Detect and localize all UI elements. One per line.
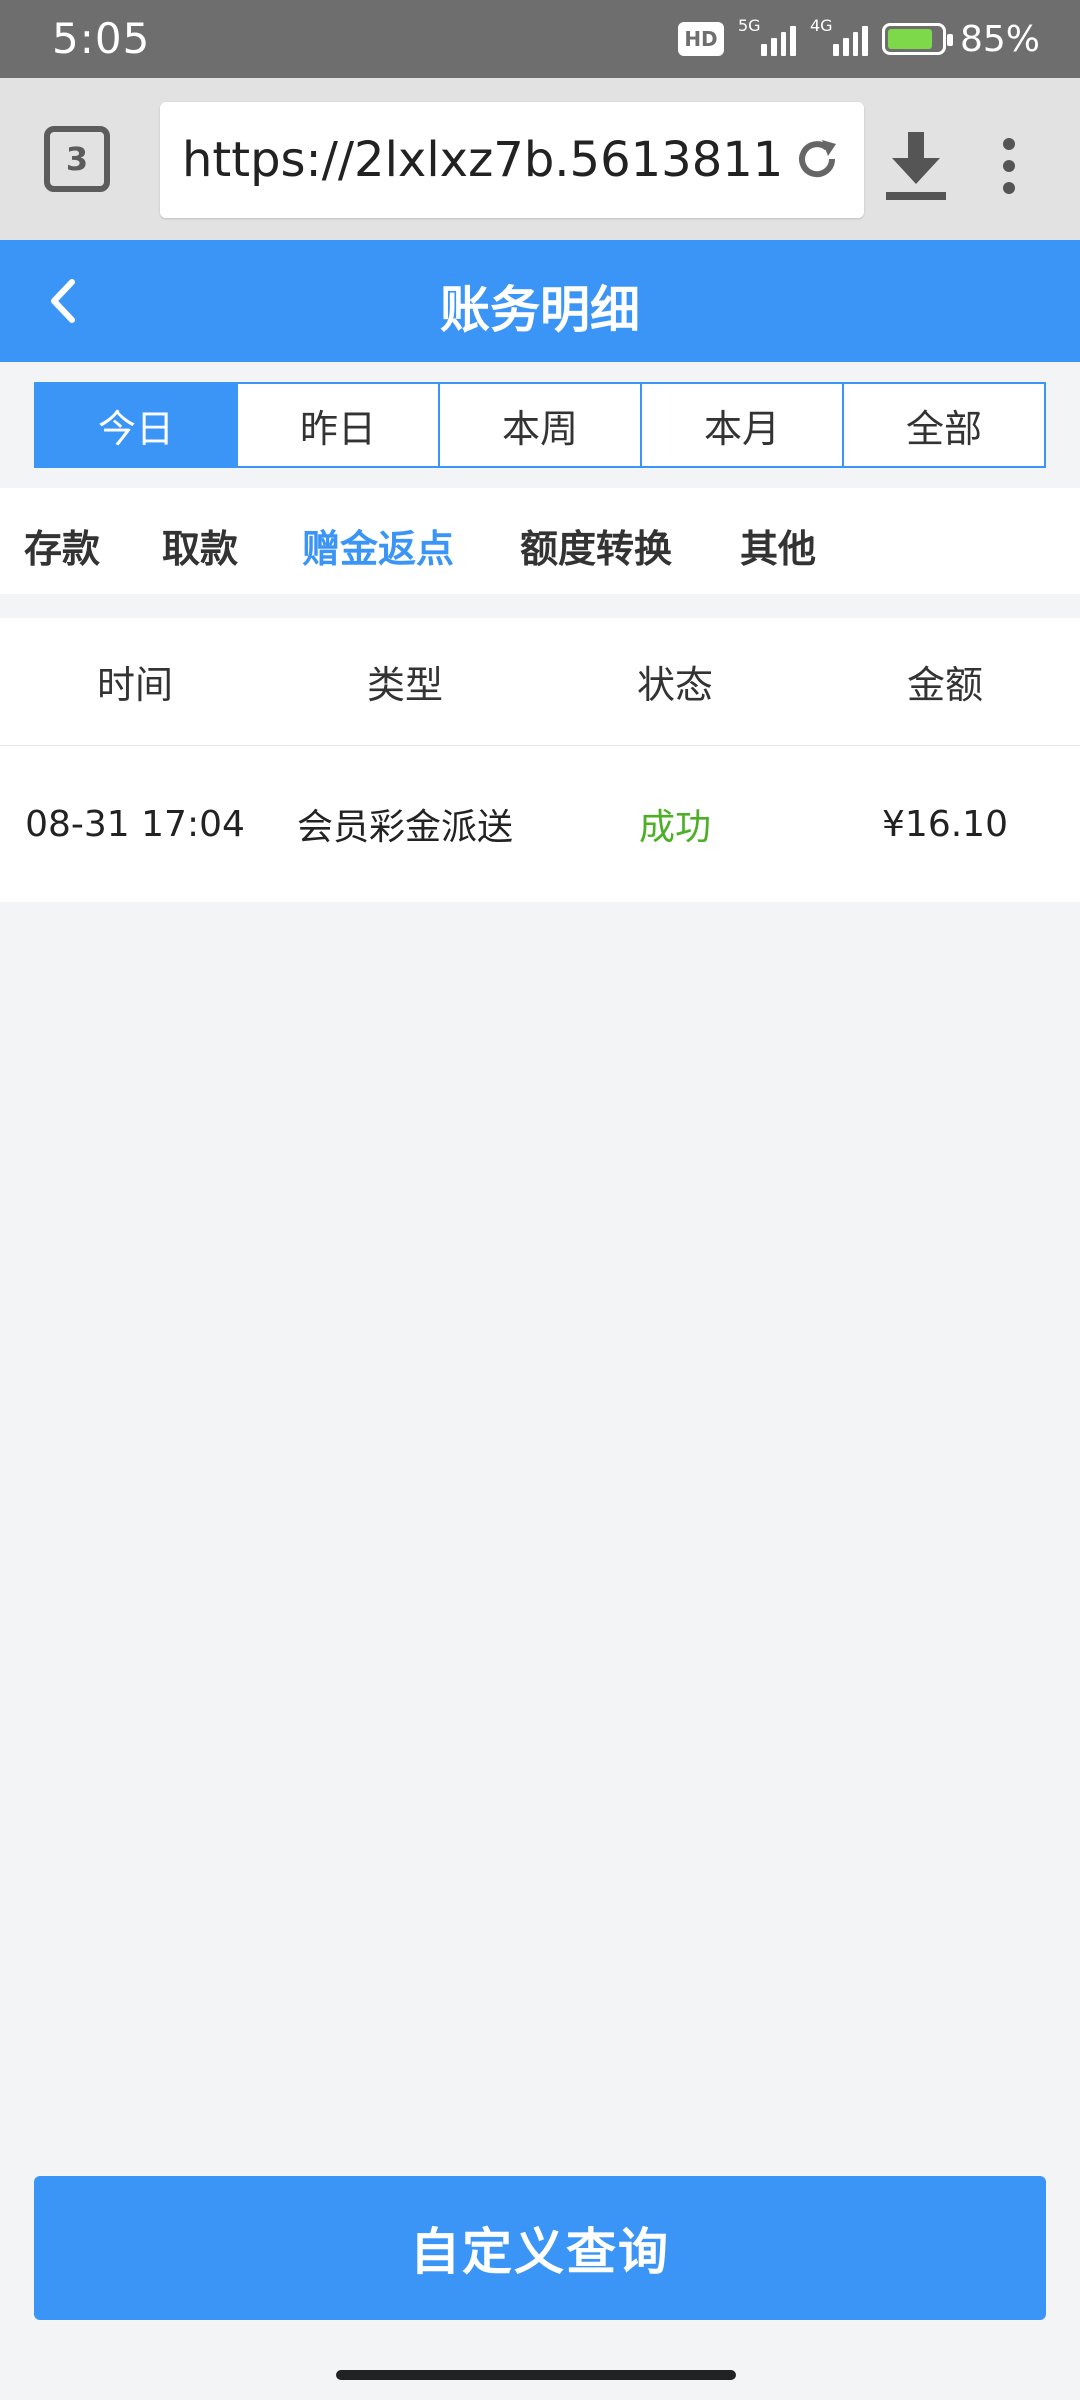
tab-all[interactable]: 全部: [842, 384, 1044, 466]
tab-switcher-button[interactable]: 3: [44, 126, 110, 192]
table-header: 时间 类型 状态 金额: [0, 618, 1080, 746]
header-amount: 金额: [906, 663, 983, 707]
tab-bonus-rebate[interactable]: 赠金返点: [302, 518, 454, 573]
status-bar: 5:05 HD 5G 4G 85%: [0, 0, 1080, 78]
row-status: 成功: [638, 807, 711, 848]
tab-deposit[interactable]: 存款: [24, 518, 100, 573]
tab-credit-transfer[interactable]: 额度转换: [520, 518, 672, 573]
row-amount: ¥16.10: [882, 803, 1008, 845]
signal-4g-icon: 4G: [810, 16, 869, 56]
battery-icon: [881, 23, 953, 55]
transactions-table: 时间 类型 状态 金额 08-31 17:04 会员彩金派送 成功 ¥16.10: [0, 618, 1080, 902]
status-icons: HD 5G 4G 85%: [677, 16, 1040, 62]
page-title: 账务明细: [440, 281, 640, 339]
browser-toolbar: 3 https://2lxlxz7b.5613811.cc: [0, 78, 1080, 240]
url-text[interactable]: https://2lxlxz7b.5613811.cc: [182, 132, 782, 188]
signal-5g-icon: 5G: [738, 16, 797, 56]
custom-query-button[interactable]: 自定义查询: [34, 2176, 1046, 2320]
download-icon[interactable]: [884, 128, 948, 202]
battery-percent: 85%: [959, 18, 1040, 60]
status-time: 5:05: [52, 14, 151, 63]
tab-yesterday[interactable]: 昨日: [236, 384, 438, 466]
header-time: 时间: [96, 663, 173, 707]
reload-icon[interactable]: [792, 134, 842, 184]
home-indicator[interactable]: [336, 2370, 736, 2380]
tab-withdraw[interactable]: 取款: [162, 518, 238, 573]
table-row[interactable]: 08-31 17:04 会员彩金派送 成功 ¥16.10: [0, 746, 1080, 902]
row-time: 08-31 17:04: [25, 803, 245, 845]
tab-this-month[interactable]: 本月: [640, 384, 842, 466]
header-type: 类型: [366, 663, 443, 707]
category-tabs: 存款 取款 赠金返点 额度转换 其他: [0, 488, 1080, 594]
row-type: 会员彩金派送: [296, 807, 513, 848]
tab-today[interactable]: 今日: [36, 384, 236, 466]
tab-this-week[interactable]: 本周: [438, 384, 640, 466]
more-menu-icon[interactable]: [994, 136, 1024, 196]
app-header: 账务明细: [0, 240, 1080, 362]
tab-other[interactable]: 其他: [740, 518, 816, 573]
header-status: 状态: [636, 663, 713, 707]
address-bar[interactable]: https://2lxlxz7b.5613811.cc: [160, 102, 864, 218]
hd-voice-icon: HD: [677, 22, 724, 56]
date-range-tabs: 今日 昨日 本周 本月 全部: [34, 382, 1046, 468]
